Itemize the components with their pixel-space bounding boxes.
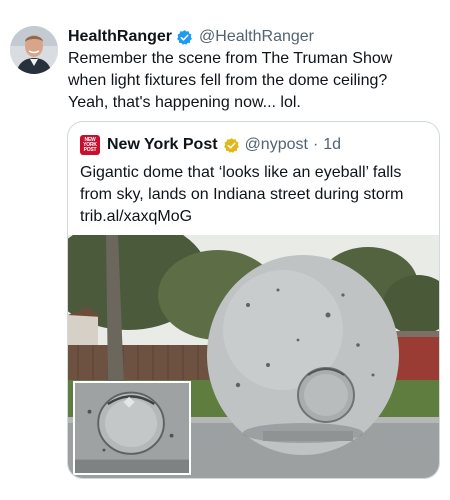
author-name[interactable]: HealthRanger (68, 28, 172, 46)
quoted-tweet-text: Gigantic dome that ‘looks like an eyebal… (80, 162, 430, 228)
tweet-header: HealthRanger @HealthRanger (68, 26, 314, 48)
nypost-logo[interactable]: NEW YORK POST (80, 135, 100, 155)
quoted-tweet[interactable]: NEW YORK POST New York Post @nypost · 1d… (67, 121, 440, 479)
tweet-text: Remember the scene from The Truman Show … (68, 48, 438, 114)
logo-text-line: POST (83, 146, 97, 153)
quoted-media-photo[interactable] (68, 235, 439, 478)
author-avatar[interactable] (10, 26, 58, 74)
quoted-text-line: from sky, lands on Indiana street during… (80, 186, 404, 203)
author-handle[interactable]: @HealthRanger (199, 28, 314, 46)
verified-badge-icon (176, 29, 193, 46)
quoted-text-line: Gigantic dome that ‘looks like an eyebal… (80, 164, 402, 181)
quoted-tweet-header: NEW YORK POST New York Post @nypost · 1d (80, 134, 341, 156)
tweet: HealthRanger @HealthRanger Remember the … (0, 0, 450, 500)
quoted-link[interactable]: trib.al/xaxqMoG (80, 206, 430, 228)
quoted-author-name[interactable]: New York Post (107, 136, 218, 154)
separator-dot: · (312, 136, 319, 153)
quoted-author-handle[interactable]: @nypost (245, 136, 308, 154)
tweet-text-line: Yeah, that's happening now... lol. (68, 94, 301, 111)
tweet-text-line: when light fixtures fell from the dome c… (68, 72, 388, 89)
quoted-timestamp[interactable]: 1d (323, 136, 341, 154)
tweet-text-line: Remember the scene from The Truman Show (68, 50, 393, 67)
inset-closeup-photo (73, 381, 191, 475)
gold-verified-badge-icon (223, 137, 240, 154)
